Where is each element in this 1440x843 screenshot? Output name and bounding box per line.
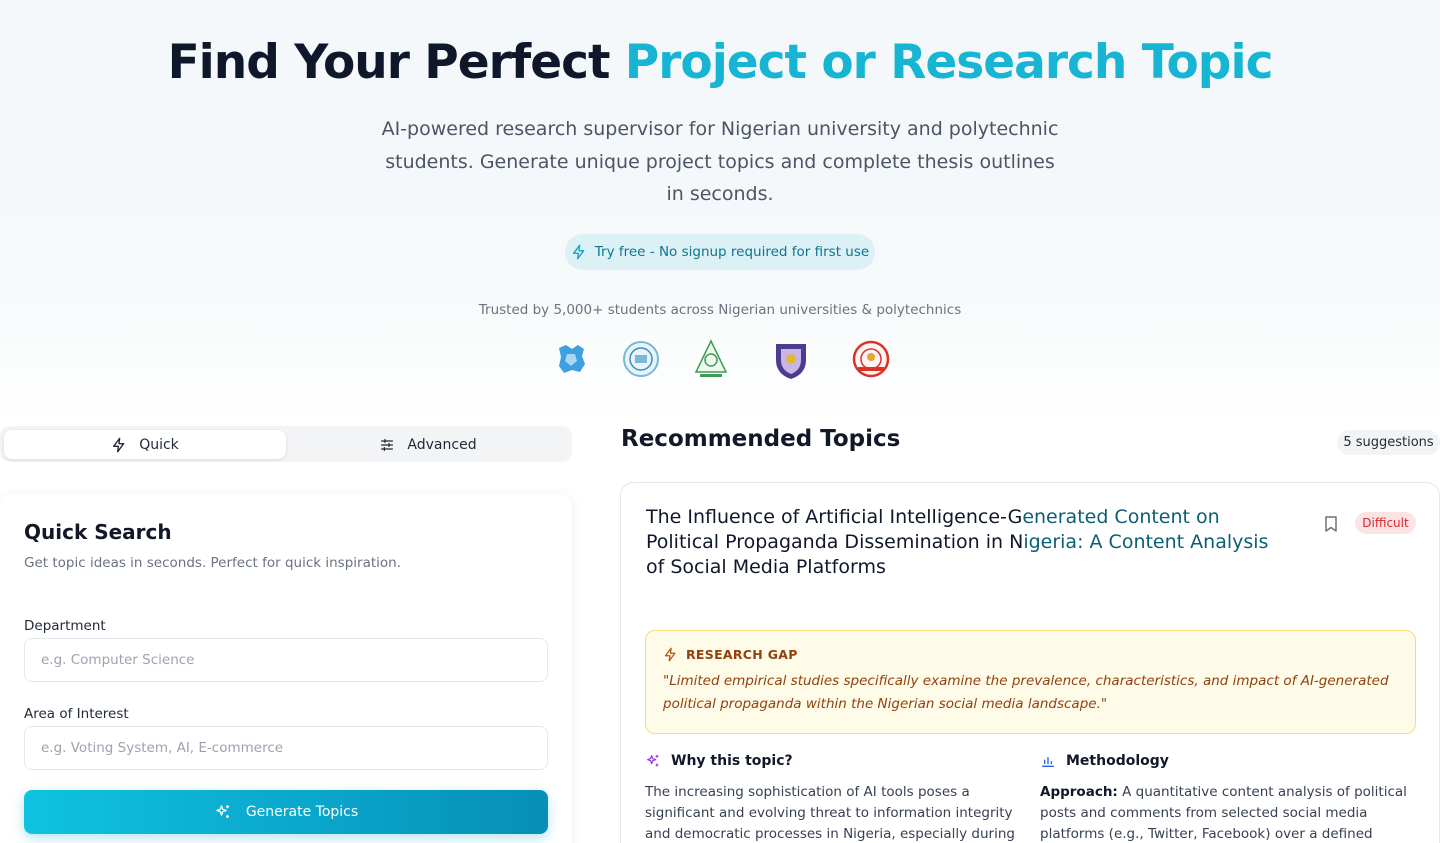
topic-card: The Influence of Artificial Intelligence… — [620, 482, 1440, 843]
topic-title-part: of Social Media Platforms — [646, 556, 886, 578]
department-label: Department — [24, 618, 106, 634]
generate-topics-label: Generate Topics — [245, 804, 359, 820]
lightning-icon — [572, 244, 585, 260]
methodology-text: Approach: A quantitative content analysi… — [1040, 782, 1420, 843]
sliders-icon — [381, 438, 394, 451]
why-topic-text: The increasing sophistication of AI tool… — [645, 784, 1015, 842]
tab-quick-label: Quick — [139, 436, 179, 453]
page-title: Find Your Perfect Project or Research To… — [0, 34, 1440, 92]
pill-text: Try free - No signup required for first … — [594, 244, 870, 260]
research-gap-label: RESEARCH GAP — [686, 647, 798, 662]
sparkles-icon — [216, 805, 229, 818]
interest-label: Area of Interest — [24, 706, 129, 722]
university-logo-3 — [694, 339, 728, 377]
methodology-prefix: Approach: — [1040, 784, 1118, 800]
why-topic-label: Why this topic? — [671, 753, 793, 769]
topic-title[interactable]: The Influence of Artificial Intelligence… — [646, 505, 1286, 580]
search-mode-tabs: Quick Advanced — [0, 426, 572, 462]
university-logo-1 — [559, 345, 585, 373]
why-topic-header: Why this topic? — [645, 753, 793, 769]
quick-search-subtitle: Get topic ideas in seconds. Perfect for … — [24, 555, 401, 571]
topic-title-part: enerated Content on — [1022, 506, 1220, 528]
generate-topics-button[interactable]: Generate Topics — [24, 790, 548, 834]
methodology-header: Methodology — [1040, 753, 1169, 769]
hero-subtitle: AI-powered research supervisor for Niger… — [381, 118, 1059, 205]
university-logo-2 — [623, 341, 659, 377]
research-gap-box: RESEARCH GAP "Limited empirical studies … — [645, 630, 1416, 734]
lightning-icon — [113, 437, 125, 452]
title-main: Find Your Perfect — [167, 35, 625, 90]
sparkles-icon — [647, 755, 659, 767]
tab-advanced-label: Advanced — [407, 436, 477, 453]
research-gap-header: RESEARCH GAP — [663, 647, 798, 662]
lightning-icon — [664, 647, 676, 662]
interest-input[interactable] — [24, 726, 548, 770]
trusted-text: Trusted by 5,000+ students across Nigeri… — [478, 302, 962, 318]
quick-search-title: Quick Search — [24, 520, 172, 544]
title-accent: Project or Research Topic — [624, 35, 1274, 90]
methodology-label: Methodology — [1066, 753, 1169, 769]
difficulty-badge: Difficult — [1355, 512, 1416, 534]
tab-quick[interactable]: Quick — [4, 430, 286, 459]
suggestion-count-badge: 5 suggestions — [1337, 430, 1440, 455]
topic-title-part: igeria: A Content Analysis — [1023, 531, 1269, 553]
quick-search-card: Quick Search Get topic ideas in seconds.… — [0, 494, 572, 843]
bar-chart-icon — [1042, 757, 1054, 767]
university-logo-4 — [776, 344, 806, 379]
research-gap-text: "Limited empirical studies specifically … — [663, 673, 1389, 712]
bookmark-icon[interactable] — [1323, 515, 1339, 533]
hero-section: Find Your Perfect Project or Research To… — [0, 0, 1440, 420]
recommended-title: Recommended Topics — [621, 426, 901, 452]
free-trial-pill[interactable]: Try free - No signup required for first … — [565, 234, 875, 270]
topic-title-part: Political Propaganda Dissemination in N — [646, 531, 1024, 553]
university-logos — [550, 336, 895, 384]
topic-title-part: The Influence of Artificial Intelligence… — [646, 506, 1023, 528]
tab-advanced[interactable]: Advanced — [287, 430, 569, 459]
university-logo-5 — [852, 340, 890, 378]
department-input[interactable] — [24, 638, 548, 682]
